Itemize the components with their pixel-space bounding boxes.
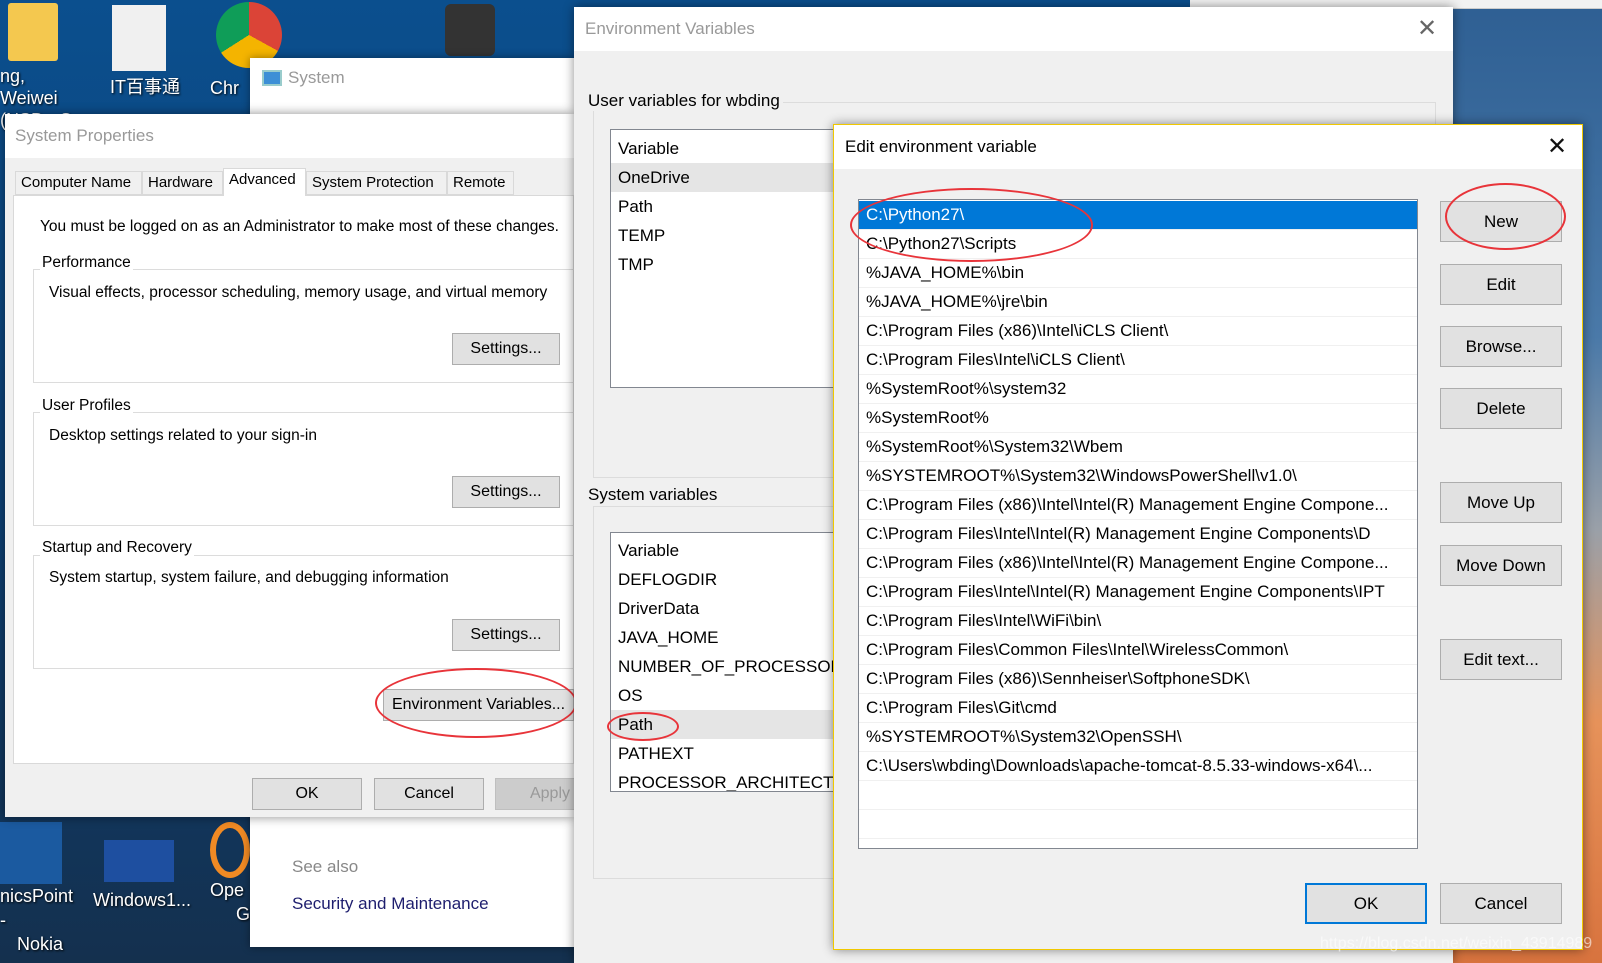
startup-settings-button[interactable]: Settings... [452,619,560,651]
window-title: System [288,68,345,87]
group-label: User Profiles [40,397,133,415]
admin-note: You must be logged on as an Administrato… [40,218,559,235]
move-up-button[interactable]: Move Up [1440,482,1562,523]
annotation-ellipse [1445,183,1566,250]
path-entry-row[interactable]: C:\Program Files\Intel\Intel(R) Manageme… [859,520,1417,549]
dialog-title: Environment Variables [574,7,1453,51]
dialog-title: System Properties [5,114,574,158]
ok-button[interactable]: OK [1305,883,1427,924]
annotation-ellipse [375,668,577,738]
move-down-button[interactable]: Move Down [1440,545,1562,586]
path-entry-row[interactable]: %SYSTEMROOT%\System32\WindowsPowerShell\… [859,462,1417,491]
computer-icon [262,70,282,86]
lock-icon[interactable] [445,4,495,56]
security-maintenance-link[interactable]: Security and Maintenance [292,894,489,914]
path-entry-row[interactable]: C:\Program Files\Intel\WiFi\bin\ [859,607,1417,636]
path-entries-list[interactable]: C:\Python27\ C:\Python27\Scripts %JAVA_HOM… [858,199,1418,849]
path-entry-row[interactable]: C:\Users\wbding\Downloads\apache-tomcat-… [859,752,1417,781]
group-label: Performance [40,254,133,272]
desktop-icon-windows10-tips[interactable]: Windows1... [88,840,196,912]
group-label: Startup and Recovery [40,539,194,557]
path-entry-row[interactable]: C:\Program Files (x86)\Intel\iCLS Client… [859,317,1417,346]
group-description: Visual effects, processor scheduling, me… [49,284,548,301]
annotation-ellipse [607,712,679,741]
desktop-icon-user-folder[interactable]: ng, Weiwei (NSB - C [0,3,80,131]
path-entry-row[interactable]: %SystemRoot%\system32 [859,375,1417,404]
path-entry-row[interactable]: %SYSTEMROOT%\System32\OpenSSH\ [859,723,1417,752]
path-entry-row[interactable]: C:\Program Files (x86)\Sennheiser\Softph… [859,665,1417,694]
path-entry-row[interactable]: %JAVA_HOME%\jre\bin [859,288,1417,317]
path-entry-row[interactable]: C:\Program Files\Git\cmd [859,694,1417,723]
cancel-button[interactable]: Cancel [1440,883,1562,924]
app-document-icon [112,5,166,71]
dialog-title: Edit environment variable [834,125,1582,169]
cancel-button[interactable]: Cancel [374,778,484,810]
group-description: Desktop settings related to your sign-in [49,427,317,444]
delete-button[interactable]: Delete [1440,388,1562,429]
edit-button[interactable]: Edit [1440,264,1562,305]
ok-button[interactable]: OK [252,778,362,810]
watermark: https://blog.csdn.net/weixin_43914989 [1320,935,1593,952]
empty-row[interactable] [859,810,1417,839]
powerpoint-file-icon [104,840,174,882]
desktop-icon-nicspoint[interactable]: nicsPoint - Nokia [0,822,80,956]
path-entry-row[interactable]: %SystemRoot%\System32\Wbem [859,433,1417,462]
path-entry-row[interactable]: %SystemRoot% [859,404,1417,433]
app-icon [0,822,62,884]
desktop-icon-ope[interactable]: Ope G [210,822,250,926]
path-entry-row[interactable]: C:\Program Files (x86)\Intel\Intel(R) Ma… [859,549,1417,578]
tab-computer-name[interactable]: Computer Name [15,171,142,195]
annotation-ellipse [850,188,1093,262]
tab-remote[interactable]: Remote [447,171,514,195]
performance-settings-button[interactable]: Settings... [452,333,560,365]
folder-user-icon [8,3,58,61]
tab-advanced[interactable]: Advanced [223,168,306,196]
path-entry-row[interactable]: C:\Program Files\Intel\iCLS Client\ [859,346,1417,375]
close-icon[interactable]: ✕ [1547,135,1567,159]
group-description: System startup, system failure, and debu… [49,569,449,586]
browse-button[interactable]: Browse... [1440,326,1562,367]
user-profiles-settings-button[interactable]: Settings... [452,476,560,508]
tab-hardware[interactable]: Hardware [142,171,223,195]
empty-row[interactable] [859,781,1417,810]
group-label: System variables [585,485,721,505]
desktop-icon-it-baishitong[interactable]: IT百事通 [100,5,190,99]
path-entry-row[interactable]: C:\Program Files (x86)\Intel\Intel(R) Ma… [859,491,1417,520]
edit-text-button[interactable]: Edit text... [1440,639,1562,680]
see-also-heading: See also [292,857,359,876]
path-entry-row[interactable]: C:\Program Files\Intel\Intel(R) Manageme… [859,578,1417,607]
app-icon [210,822,250,878]
group-label: User variables for wbding [585,91,783,111]
close-icon[interactable]: ✕ [1417,17,1437,41]
path-entry-row[interactable]: %JAVA_HOME%\bin [859,259,1417,288]
tab-system-protection[interactable]: System Protection [306,171,447,195]
path-entry-row[interactable]: C:\Program Files\Common Files\Intel\Wire… [859,636,1417,665]
